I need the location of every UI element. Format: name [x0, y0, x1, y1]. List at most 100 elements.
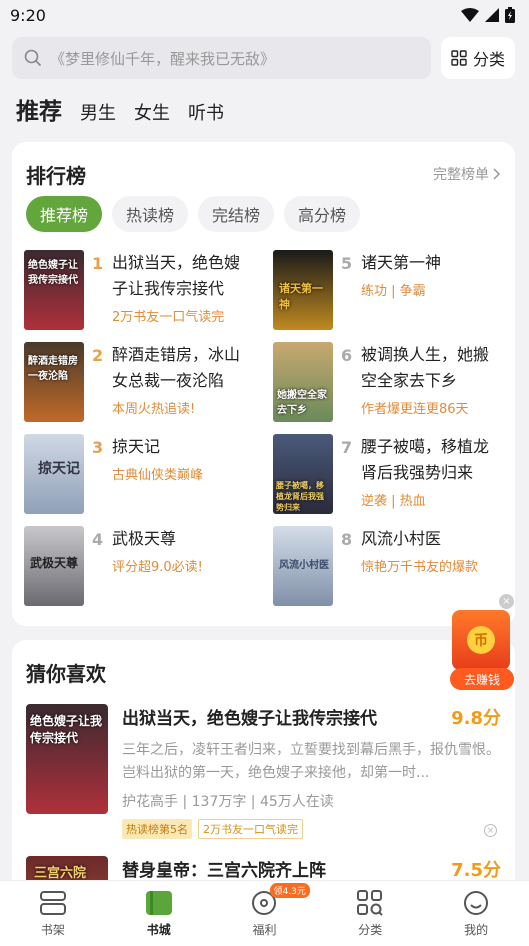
rank-tag: 作者爆更连更86天 — [361, 402, 469, 417]
tab-audiobook[interactable]: 听书 — [188, 99, 224, 125]
book-description: 三年之后，凌轩王者归来，立誓要找到幕后黑手，报仇雪恨。岂料出狱的第一天，绝色嫂子… — [122, 742, 500, 781]
cover-text: 她搬空全家去下乡 — [277, 390, 327, 416]
tab-bookshelf[interactable]: 书架 — [0, 881, 106, 946]
pill-hot[interactable]: 热读榜 — [112, 196, 189, 232]
rank-item-4[interactable]: 武极天尊 4 武极天尊 评分超9.0必读! — [24, 526, 264, 608]
grid-icon — [451, 50, 467, 66]
rank-tag: 古典仙侠类巅峰 — [112, 468, 204, 483]
bookshelf-icon — [39, 891, 66, 915]
tab-mine[interactable]: 我的 — [423, 881, 529, 946]
category-label: 分类 — [472, 50, 505, 69]
rank-number: 8 — [341, 530, 353, 549]
rank-item-1[interactable]: 绝色嫂子让我传宗接代 1 出狱当天，绝色嫂子让我传宗接代 2万书友一口气读完 — [24, 250, 264, 332]
tab-label: 书城 — [146, 923, 171, 937]
rank-title: 武极天尊 — [112, 529, 177, 548]
rank-tag: 练功 | 争霸 — [361, 284, 426, 299]
rank-title: 诸天第一神 — [361, 253, 442, 272]
rank-title: 被调换人生，她搬空全家去下乡 — [361, 345, 490, 390]
cover-text: 绝色嫂子让我传宗接代 — [28, 260, 78, 286]
earn-money-widget[interactable]: × 币 去赚钱 — [450, 594, 514, 690]
book-cover: 腰子被噶，移植龙肾后我强势归来 — [273, 434, 333, 514]
rank-title: 出狱当天，绝色嫂子让我传宗接代 — [112, 253, 241, 298]
search-placeholder: 《梦里修仙千年，醒来我已无敌》 — [50, 49, 276, 68]
rank-title: 掠天记 — [112, 437, 161, 456]
chevron-right-icon — [493, 168, 501, 180]
book-cover: 掠天记 — [24, 434, 84, 514]
rank-item-6[interactable]: 她搬空全家去下乡 6 被调换人生，她搬空全家去下乡作者爆更连更86天 — [273, 342, 513, 424]
book-score: 7.5分 — [451, 860, 501, 881]
rank-title: 风流小村医 — [361, 529, 442, 548]
rank-tag: 本周火热追读! — [112, 402, 196, 417]
rank-number: 7 — [341, 438, 353, 457]
ranking-title: 排行榜 — [26, 164, 86, 188]
full-list-label: 完整榜单 — [433, 167, 489, 183]
book-cover: 绝色嫂子让我传宗接代 — [24, 250, 84, 330]
book-title: 出狱当天，绝色嫂子让我传宗接代 — [122, 709, 377, 729]
cover-text: 醉酒走错房一夜沦陷 — [28, 356, 78, 382]
tab-female[interactable]: 女生 — [134, 99, 170, 125]
ranking-pills: 推荐榜 热读榜 完结榜 高分榜 — [26, 196, 361, 232]
tab-label: 分类 — [358, 923, 383, 937]
search-icon — [24, 49, 42, 67]
rank-tag: 惊艳万千书友的爆款 — [361, 560, 479, 575]
tab-category[interactable]: 分类 — [317, 881, 423, 946]
tab-bookstore[interactable]: 书城 — [106, 881, 212, 946]
rank-number: 6 — [341, 346, 353, 365]
cover-text: 武极天尊 — [30, 556, 79, 570]
coin-icon: 币 — [467, 626, 495, 654]
book-score: 9.8分 — [451, 708, 501, 729]
book-cover: 绝色嫂子让我传宗接代 — [26, 704, 108, 814]
wifi-icon — [461, 8, 479, 22]
book-cover: 醉酒走错房一夜沦陷 — [24, 342, 84, 422]
tab-label: 福利 — [252, 923, 277, 937]
smile-icon — [464, 891, 489, 915]
tab-welfare[interactable]: 领4.3元 福利 — [212, 881, 318, 946]
book-cover: 诸天第一神 — [273, 250, 333, 330]
search-row: 《梦里修仙千年，醒来我已无敌》 分类 — [12, 37, 515, 79]
cover-text: 掠天记 — [38, 461, 80, 477]
book-tags: 热读榜第5名 2万书友一口气读完 — [122, 819, 501, 839]
book-author: 护花高手 — [122, 794, 178, 810]
rank-item-5[interactable]: 诸天第一神 5 诸天第一神 练功 | 争霸 — [273, 250, 513, 332]
book-cover: 风流小村医 — [273, 526, 333, 606]
rank-number: 5 — [341, 254, 353, 273]
rank-number: 2 — [92, 346, 104, 365]
cover-text: 腰子被噶，移植龙肾后我强势归来 — [276, 481, 324, 512]
cover-text: 绝色嫂子让我传宗接代 — [30, 714, 103, 745]
category-button[interactable]: 分类 — [441, 37, 515, 79]
cover-text: 风流小村医 — [279, 560, 329, 571]
tab-male[interactable]: 男生 — [80, 99, 116, 125]
rank-item-3[interactable]: 掠天记 3 掠天记 古典仙侠类巅峰 — [24, 434, 264, 516]
pill-finished[interactable]: 完结榜 — [198, 196, 275, 232]
dismiss-icon[interactable]: × — [484, 824, 497, 837]
search-input[interactable]: 《梦里修仙千年，醒来我已无敌》 — [12, 37, 431, 79]
cover-text: 诸天第一神 — [279, 282, 323, 311]
pill-recommend[interactable]: 推荐榜 — [26, 196, 103, 232]
book-words: 137万字 — [191, 794, 247, 810]
full-list-link[interactable]: 完整榜单 — [433, 164, 501, 184]
book-item-1[interactable]: 绝色嫂子让我传宗接代 出狱当天，绝色嫂子让我传宗接代 9.8分 三年之后，凌轩王… — [26, 704, 501, 839]
rank-item-2[interactable]: 醉酒走错房一夜沦陷 2 醉酒走错房，冰山女总裁一夜沦陷本周火热追读! — [24, 342, 264, 424]
welfare-badge: 领4.3元 — [269, 883, 310, 898]
bottom-tab-bar: 书架 书城 领4.3元 福利 分类 我的 — [0, 880, 529, 946]
tab-recommend[interactable]: 推荐 — [16, 92, 62, 126]
close-icon[interactable]: × — [499, 594, 514, 609]
book-icon — [145, 891, 172, 915]
ranking-card: 排行榜 完整榜单 推荐榜 热读榜 完结榜 高分榜 绝色嫂子让我传宗接代 1 出狱… — [12, 142, 515, 626]
book-tag: 热读榜第5名 — [122, 819, 192, 839]
tab-label: 我的 — [464, 923, 489, 937]
status-bar: 9:20 — [0, 0, 529, 30]
pill-high-score[interactable]: 高分榜 — [284, 196, 361, 232]
rank-title: 腰子被噶，移植龙肾后我强势归来 — [361, 437, 490, 482]
rank-tag: 评分超9.0必读! — [112, 560, 203, 575]
book-readers: 45万人在读 — [259, 794, 334, 810]
rank-item-7[interactable]: 腰子被噶，移植龙肾后我强势归来 7 腰子被噶，移植龙肾后我强势归来 逆袭 | 热血 — [273, 434, 513, 516]
cover-text: 三宫六院 — [34, 866, 87, 881]
rank-number: 1 — [92, 254, 104, 273]
rank-item-8[interactable]: 风流小村医 8 风流小村医 惊艳万千书友的爆款 — [273, 526, 513, 608]
rank-number: 3 — [92, 438, 104, 457]
signal-icon — [485, 8, 499, 22]
battery-icon — [505, 7, 515, 23]
rank-title: 醉酒走错房，冰山女总裁一夜沦陷 — [112, 345, 241, 390]
book-title: 替身皇帝：三宫六院齐上阵 — [122, 861, 326, 881]
